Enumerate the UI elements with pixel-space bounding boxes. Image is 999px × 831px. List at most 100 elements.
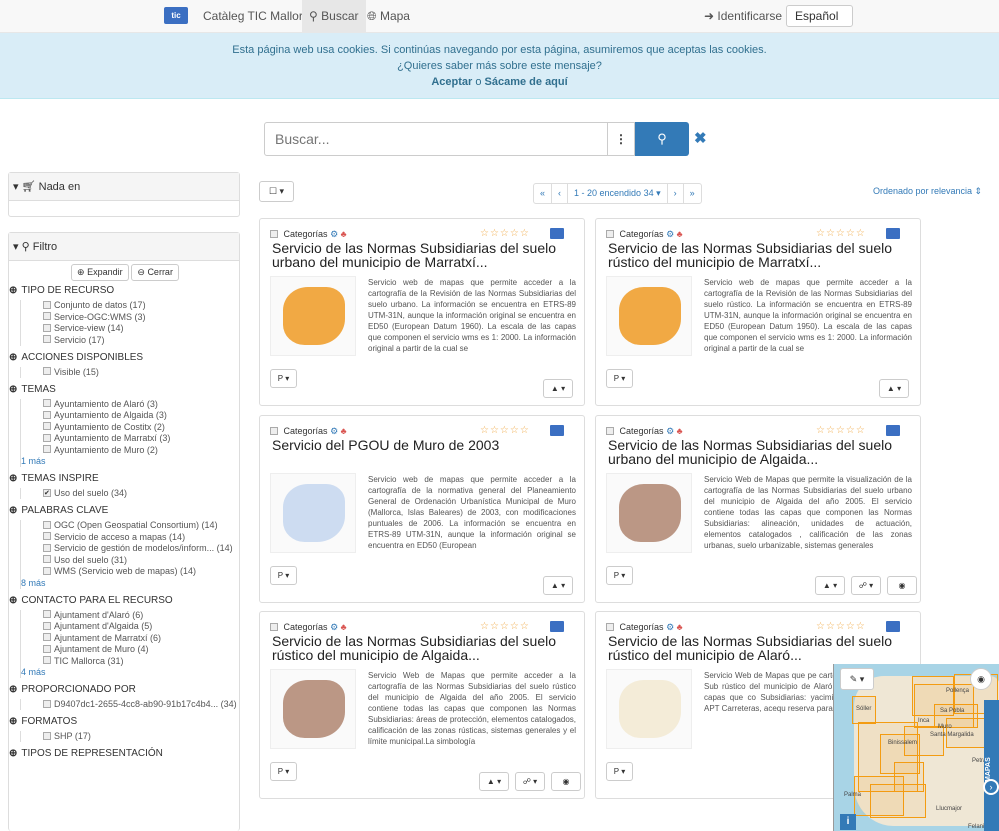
result-card[interactable]: Categorías ⚙ ♣ ☆☆☆☆☆ Servicio del PGOU de … bbox=[259, 415, 585, 603]
facet-checkbox[interactable] bbox=[43, 367, 51, 376]
result-card[interactable]: Categorías ⚙ ♣ ☆☆☆☆☆ Servicio de las Norma… bbox=[595, 218, 921, 406]
facet-item[interactable]: Ajuntament de Marratxí (6) bbox=[43, 633, 241, 644]
result-card[interactable]: Categorías ⚙ ♣ ☆☆☆☆☆ Servicio de las Norma… bbox=[595, 415, 921, 603]
clear-search-icon[interactable]: ✖ bbox=[694, 129, 707, 147]
facet-item[interactable]: Service-OGC:WMS (3) bbox=[43, 312, 241, 323]
cookie-more-link[interactable]: ¿Quieres saber más sobre este mensaje? bbox=[397, 60, 602, 72]
cookie-accept-link[interactable]: Aceptar bbox=[431, 76, 472, 88]
card-title[interactable]: Servicio de las Normas Subsidiarias del … bbox=[608, 634, 918, 662]
facet-item[interactable]: WMS (Servicio web de mapas) (14) bbox=[43, 566, 241, 577]
tic-logo[interactable]: tic bbox=[164, 7, 188, 24]
card-thumbnail[interactable] bbox=[270, 669, 356, 749]
facet-checkbox[interactable] bbox=[43, 300, 51, 309]
card-categories[interactable]: Categorías ⚙ ♣ bbox=[270, 426, 347, 437]
card-categories[interactable]: Categorías ⚙ ♣ bbox=[270, 229, 347, 240]
card-title[interactable]: Servicio de las Normas Subsidiarias del … bbox=[272, 634, 582, 662]
prev-page-button[interactable]: ‹ bbox=[552, 184, 569, 203]
facet-checkbox[interactable] bbox=[43, 445, 51, 454]
facet-checkbox[interactable] bbox=[43, 335, 51, 344]
card-thumbnail[interactable] bbox=[606, 276, 692, 356]
facet-more-link[interactable]: 8 más bbox=[21, 578, 241, 589]
facet-title[interactable]: TIPO DE RECURSO bbox=[9, 284, 241, 298]
facet-item[interactable]: Servicio de gestión de modelos/inform...… bbox=[43, 543, 241, 554]
facet-checkbox[interactable] bbox=[43, 532, 51, 541]
facet-item[interactable]: SHP (17) bbox=[43, 731, 241, 742]
facet-checkbox[interactable] bbox=[43, 621, 51, 630]
card-thumbnail[interactable] bbox=[606, 473, 692, 553]
facet-title[interactable]: TEMAS bbox=[9, 383, 241, 397]
facet-checkbox[interactable] bbox=[43, 731, 51, 740]
facet-item[interactable]: Ayuntamiento de Muro (2) bbox=[43, 445, 241, 456]
link-button[interactable]: ☍ ▾ bbox=[515, 772, 545, 791]
card-title[interactable]: Servicio de las Normas Subsidiarias del … bbox=[608, 438, 918, 466]
facet-checkbox[interactable] bbox=[43, 566, 51, 575]
select-all-button[interactable]: ☐ ▾ bbox=[259, 181, 294, 202]
nothing-in-header[interactable]: ▾ 🛒︎ Nada en bbox=[9, 173, 239, 201]
facet-checkbox[interactable] bbox=[43, 633, 51, 642]
rating-stars[interactable]: ☆☆☆☆☆ bbox=[480, 228, 530, 239]
rating-stars[interactable]: ☆☆☆☆☆ bbox=[816, 228, 866, 239]
facet-checkbox[interactable] bbox=[43, 520, 51, 529]
card-flag-button[interactable]: P ▾ bbox=[606, 369, 633, 388]
facet-more-link[interactable]: 4 más bbox=[21, 667, 241, 678]
facet-title[interactable]: CONTACTO PARA EL RECURSO bbox=[9, 594, 241, 608]
facet-checkbox[interactable] bbox=[43, 543, 51, 552]
facet-title[interactable]: FORMATOS bbox=[9, 715, 241, 729]
card-categories[interactable]: Categorías ⚙ ♣ bbox=[606, 426, 683, 437]
search-button[interactable]: ⚲ bbox=[635, 122, 689, 156]
globe-button[interactable]: ◉ bbox=[887, 576, 917, 595]
facet-item[interactable]: D9407dc1-2655-4cc8-ab90-91b17c4b4... (34… bbox=[43, 699, 241, 710]
card-flag-button[interactable]: P ▾ bbox=[606, 566, 633, 585]
expand-button[interactable]: ⊕ Expandir bbox=[71, 264, 129, 281]
page-range-dropdown[interactable]: 1 - 20 encendido 34 ▾ bbox=[568, 184, 668, 203]
result-card[interactable]: Categorías ⚙ ♣ ☆☆☆☆☆ Servicio de las Norma… bbox=[259, 218, 585, 406]
search-options-button[interactable]: ⋮ bbox=[608, 122, 635, 156]
card-title[interactable]: Servicio de las Normas Subsidiarias del … bbox=[272, 241, 582, 269]
facet-item[interactable]: TIC Mallorca (31) bbox=[43, 656, 241, 667]
facet-item[interactable]: Ajuntament d'Algaida (5) bbox=[43, 621, 241, 632]
close-button[interactable]: ⊖ Cerrar bbox=[131, 264, 179, 281]
rating-stars[interactable]: ☆☆☆☆☆ bbox=[480, 425, 530, 436]
facet-checkbox[interactable] bbox=[43, 555, 51, 564]
card-thumbnail[interactable] bbox=[270, 473, 356, 553]
last-page-button[interactable]: » bbox=[684, 184, 701, 203]
language-select[interactable]: Español ▼ bbox=[786, 5, 853, 42]
card-checkbox[interactable] bbox=[606, 229, 614, 238]
card-thumbnail[interactable] bbox=[270, 276, 356, 356]
card-flag-button[interactable]: P ▾ bbox=[270, 762, 297, 781]
nav-map[interactable]: 🌐︎ Mapa bbox=[360, 0, 417, 33]
facet-checkbox[interactable] bbox=[43, 323, 51, 332]
map-locate-button[interactable]: ◉ bbox=[970, 668, 992, 690]
facet-item[interactable]: Visible (15) bbox=[43, 367, 241, 378]
next-page-button[interactable]: › bbox=[668, 184, 684, 203]
mini-map[interactable]: Pollença Sóller Sa Pobla Inca Muro Santa Marg… bbox=[833, 664, 999, 831]
globe-button[interactable]: ◉ bbox=[551, 772, 581, 791]
map-expand-icon[interactable]: › bbox=[983, 779, 999, 795]
facet-item[interactable]: Ajuntament d'Alaró (6) bbox=[43, 610, 241, 621]
card-thumbnail[interactable] bbox=[606, 669, 692, 749]
facet-title[interactable]: PALABRAS CLAVE bbox=[9, 504, 241, 518]
facet-checkbox[interactable] bbox=[43, 399, 51, 408]
facet-checkbox[interactable] bbox=[43, 656, 51, 665]
facet-title[interactable]: ACCIONES DISPONIBLES bbox=[9, 351, 241, 365]
card-flag-button[interactable]: P ▾ bbox=[270, 369, 297, 388]
facet-more-link[interactable]: 1 más bbox=[21, 456, 241, 467]
map-info-icon[interactable]: i bbox=[840, 814, 856, 830]
cookie-out-link[interactable]: Sácame de aquí bbox=[485, 76, 568, 88]
facet-checkbox[interactable] bbox=[43, 610, 51, 619]
pin-button[interactable]: ▲ ▾ bbox=[479, 772, 509, 791]
login-link[interactable]: ➜ Identificarse bbox=[697, 0, 789, 33]
facet-item[interactable]: Uso del suelo (31) bbox=[43, 555, 241, 566]
pin-button[interactable]: ▲ ▾ bbox=[815, 576, 845, 595]
facet-title[interactable]: TIPOS DE REPRESENTACIÓN bbox=[9, 747, 241, 761]
rating-stars[interactable]: ☆☆☆☆☆ bbox=[480, 621, 530, 632]
card-title[interactable]: Servicio del PGOU de Muro de 2003 bbox=[272, 438, 582, 452]
facet-item[interactable]: Service-view (14) bbox=[43, 323, 241, 334]
result-card[interactable]: Categorías ⚙ ♣ ☆☆☆☆☆ Servicio de las Norma… bbox=[259, 611, 585, 799]
facet-checkbox[interactable] bbox=[43, 422, 51, 431]
link-button[interactable]: ☍ ▾ bbox=[851, 576, 881, 595]
facet-item[interactable]: Ayuntamiento de Alaró (3) bbox=[43, 399, 241, 410]
map-draw-tool[interactable]: ✎ ▾ bbox=[840, 668, 874, 690]
facet-checkbox[interactable] bbox=[43, 699, 51, 708]
rating-stars[interactable]: ☆☆☆☆☆ bbox=[816, 621, 866, 632]
